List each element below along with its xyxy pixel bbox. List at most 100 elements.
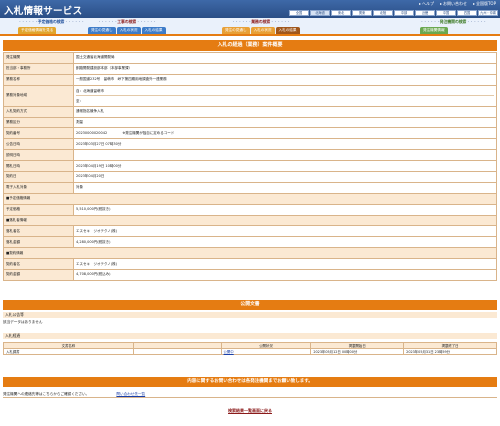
- service-search-group: 業務の検索 発注の見通し 入札の状況 入札の結果: [222, 19, 300, 34]
- contract-number-note: ※発注機関が独自に定めるコード: [122, 130, 175, 135]
- region-tab[interactable]: 全国: [289, 10, 309, 16]
- region-tab[interactable]: 九州・沖縄: [478, 10, 498, 16]
- field-label: 業務対象地域: [3, 84, 74, 107]
- field-label: 業務区分: [3, 116, 74, 129]
- field-value: 2023年04月20日: [73, 171, 497, 183]
- field-value: 測量: [73, 116, 497, 129]
- region-tab[interactable]: 関東: [352, 10, 372, 16]
- doc-end-date: 2023年05月31日 23時59分: [403, 348, 497, 355]
- table-row: 入札契約方式 通常指名競争入札: [3, 105, 497, 118]
- table-row: 落札者名 エスセキ ジオテクノ(株): [3, 225, 497, 238]
- search-nav: 予定価格の検索 予定価格情報を見る 工事の検索 発注の見通し 入札の状況 入札の…: [0, 18, 500, 36]
- table-row: 契約金額 4,708,000円(税込み): [3, 269, 497, 281]
- contact-link[interactable]: お問い合わせ: [440, 1, 467, 7]
- table-row: 説明日時: [3, 149, 497, 162]
- notice-heading: 入札公告等: [3, 312, 497, 318]
- price-search-group: 予定価格の検索 予定価格情報を見る: [18, 19, 84, 34]
- field-label: 入札契約方式: [3, 105, 74, 118]
- table-row: 契約番号 20230000020042 ※発注機関が独自に定めるコード: [3, 127, 497, 140]
- group-title: 予定価格の検索: [18, 19, 84, 25]
- location-from: 自：北海道留萌市: [76, 86, 494, 96]
- doc-name: 入札調書: [3, 348, 134, 355]
- table-row: 業務区分 測量: [3, 116, 497, 129]
- notice-empty-message: 該当データはありません: [3, 320, 43, 324]
- table-row: 業務対象地域 自：北海道留萌市 至：: [3, 84, 497, 107]
- section-heading: ■落札者情報: [3, 214, 497, 227]
- table-row: 落札金額 4,280,000円(税抜き): [3, 236, 497, 249]
- tab-price-info[interactable]: 予定価格情報を見る: [18, 27, 57, 34]
- inquiry-text: 発注機関への連絡先等はこちらからご確認ください。: [3, 392, 90, 396]
- doc-start-date: 2023年05月12日 00時00分: [310, 348, 405, 355]
- tab-construction-outlook[interactable]: 発注の見通し: [88, 27, 116, 34]
- back-link[interactable]: 検索結果一覧画面に戻る: [228, 408, 272, 413]
- table-row: 電子入札対象 対象: [3, 181, 497, 194]
- table-row: 公告日時 2023年03月27日 07時30分: [3, 138, 497, 151]
- section-heading: ■予定価格情報: [3, 192, 497, 205]
- inquiry-bar: 内容に関するお問い合わせは各発注機関までお願い致します。: [3, 377, 497, 387]
- inquiry-list-link[interactable]: 問い合わせ先一覧: [116, 392, 145, 396]
- contract-number: 20230000020042: [76, 130, 108, 135]
- table-row: ■契約情報: [3, 247, 497, 260]
- field-label: 電子入札対象: [3, 181, 74, 194]
- top-links: ヘルプ お問い合わせ 全国版TOP: [419, 1, 496, 7]
- field-value: 20230000020042 ※発注機関が独自に定めるコード: [73, 127, 497, 140]
- region-tab[interactable]: 近畿: [415, 10, 435, 16]
- field-value: 4,280,000円(税抜き): [73, 236, 497, 249]
- field-value: 国土交通省北海道開発局: [73, 52, 497, 64]
- tab-service-result[interactable]: 入札の結果: [275, 27, 300, 34]
- inquiry-row: 発注機関への連絡先等はこちらからご確認ください。 問い合わせ先一覧: [3, 390, 497, 398]
- field-label: 公告日時: [3, 138, 74, 151]
- field-value: 2023年03月27日 07時30分: [73, 138, 497, 151]
- group-title: 発注機関の検索: [420, 19, 486, 25]
- field-label: 担当部・事務所: [3, 62, 74, 75]
- region-tab[interactable]: 北陸: [373, 10, 393, 16]
- region-tab[interactable]: 中国: [436, 10, 456, 16]
- tab-service-status[interactable]: 入札の状況: [250, 27, 275, 34]
- construction-search-group: 工事の検索 発注の見通し 入札の状況 入札の結果: [88, 19, 166, 34]
- field-value: 一般国道232号 留萌市 峠下第四期用地調査外一連業務: [73, 73, 497, 86]
- region-tab[interactable]: 北海道: [310, 10, 330, 16]
- region-tab[interactable]: 東北: [331, 10, 351, 16]
- process-heading: 入札経過: [3, 333, 497, 339]
- field-value: [73, 149, 497, 162]
- table-row: ■落札者情報: [3, 214, 497, 227]
- app-header: 入札情報サービス ヘルプ お問い合わせ 全国版TOP 全国 北海道 東北 関東 …: [0, 0, 500, 18]
- table-row: 開札日時 2023年04月19日 10時00分: [3, 160, 497, 173]
- field-label: 予定価格: [3, 203, 74, 216]
- field-label: 契約金額: [3, 269, 74, 281]
- field-label: 開札日時: [3, 160, 74, 173]
- documents-table: 文書名称 公開状況 掲載開始日 掲載終了日 入札調書 公開中 2023年05月1…: [3, 342, 497, 355]
- section-heading: ■契約情報: [3, 247, 497, 260]
- orderer-search-group: 発注機関の検索 発注機関情報: [420, 19, 486, 34]
- field-value: 5,510,000円(税抜き): [73, 203, 497, 216]
- group-title: 業務の検索: [222, 19, 300, 25]
- group-title: 工事の検索: [88, 19, 166, 25]
- doc-extra: [132, 348, 222, 355]
- detail-table: 発注機関 国土交通省北海道開発局 担当部・事務所 釧路開発建設部本部（本部事業課…: [3, 52, 497, 281]
- table-row: 業務名称 一般国道232号 留萌市 峠下第四期用地調査外一連業務: [3, 73, 497, 86]
- table-row: 予定価格 5,510,000円(税抜き): [3, 203, 497, 216]
- table-row: 発注機関 国土交通省北海道開発局: [3, 52, 497, 64]
- doc-status[interactable]: 公開中: [220, 348, 312, 355]
- location-to: 至：: [76, 98, 83, 103]
- tab-orderer-info[interactable]: 発注機関情報: [420, 27, 448, 34]
- help-link[interactable]: ヘルプ: [419, 1, 434, 7]
- app-title: 入札情報サービス: [4, 6, 83, 17]
- field-value: 対象: [73, 181, 497, 194]
- field-value: エスセキ ジオテクノ(株): [73, 225, 497, 238]
- region-tab[interactable]: 四国: [457, 10, 477, 16]
- field-label: 業務名称: [3, 73, 74, 86]
- field-value: 自：北海道留萌市 至：: [73, 84, 497, 107]
- national-top-link[interactable]: 全国版TOP: [473, 1, 496, 7]
- field-label: 説明日時: [3, 149, 74, 162]
- region-tabs: 全国 北海道 東北 関東 北陸 中部 近畿 中国 四国 九州・沖縄: [289, 10, 498, 16]
- tab-construction-result[interactable]: 入札の結果: [141, 27, 166, 34]
- tab-construction-status[interactable]: 入札の状況: [116, 27, 141, 34]
- table-row: ■予定価格情報: [3, 192, 497, 205]
- tab-service-outlook[interactable]: 発注の見通し: [222, 27, 250, 34]
- page-title: 入札の経過（業務）案件概要: [3, 40, 497, 51]
- table-row: 契約者名 エスセキ ジオテクノ(株): [3, 258, 497, 271]
- field-label: 契約日: [3, 171, 74, 183]
- region-tab[interactable]: 中部: [394, 10, 414, 16]
- back-to-results: 検索結果一覧画面に戻る: [0, 408, 500, 414]
